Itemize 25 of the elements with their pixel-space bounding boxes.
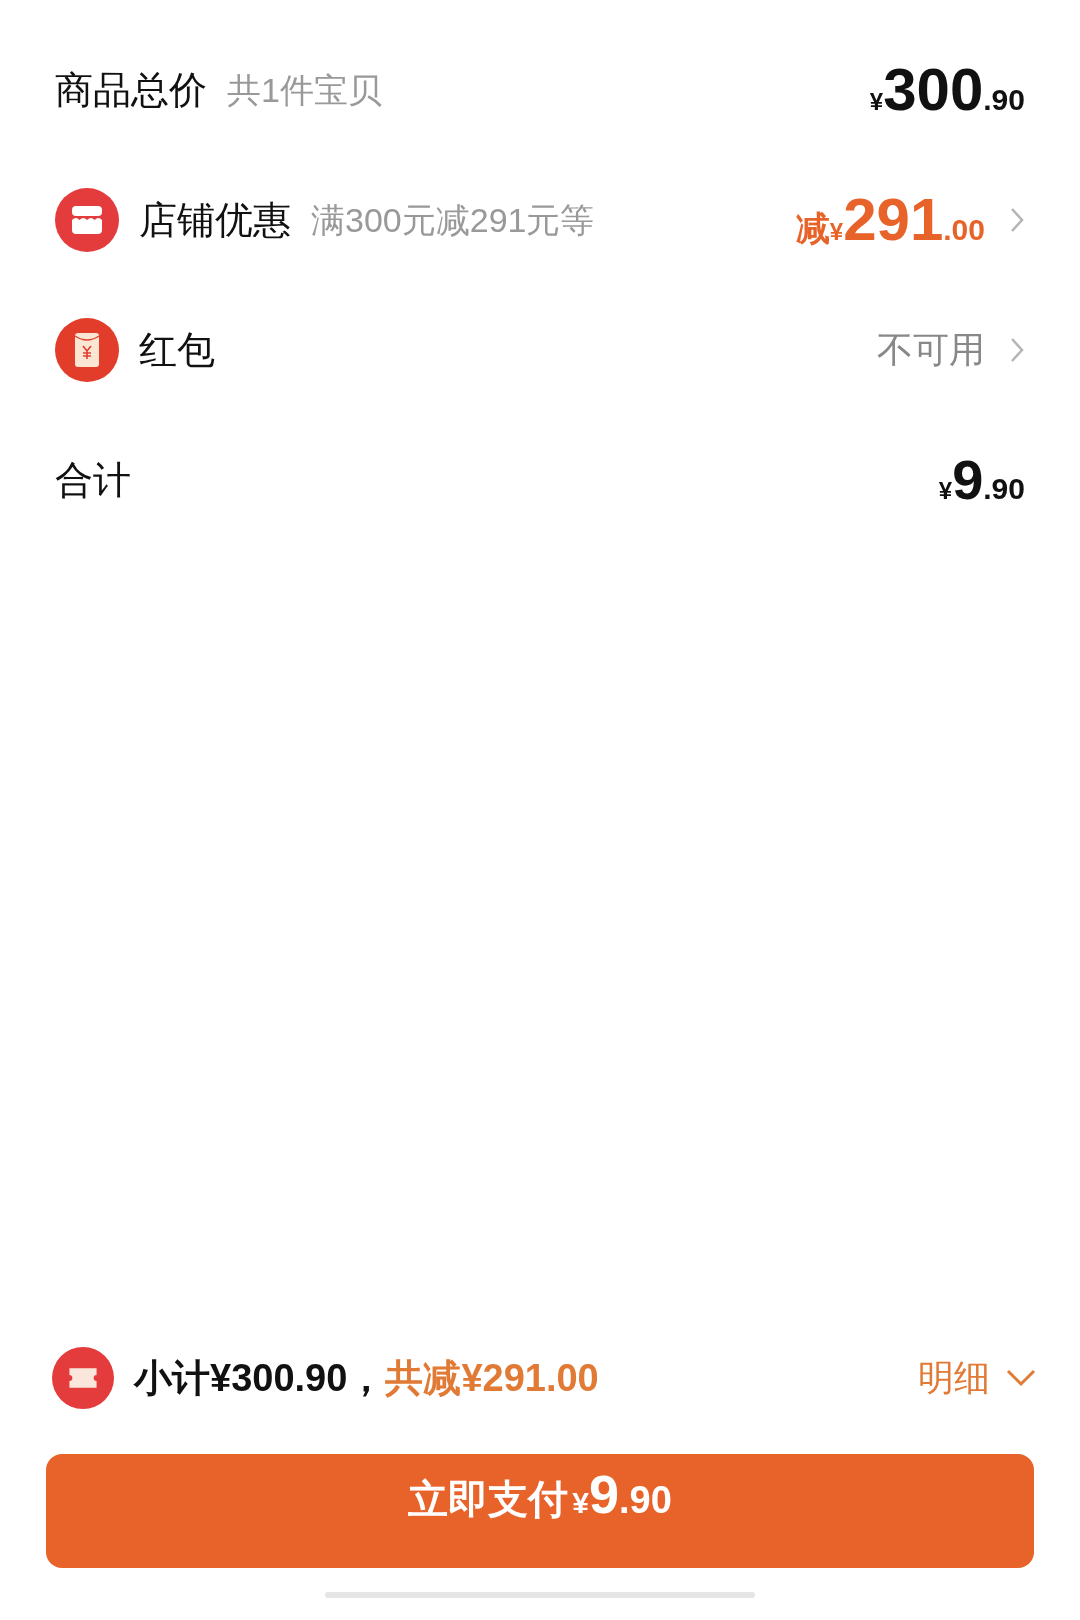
ticket-icon [52, 1347, 114, 1409]
row-hint: 共1件宝贝 [227, 69, 382, 111]
subtotal-text: 小计¥300.90， [134, 1355, 386, 1401]
currency-sign: ¥ [869, 88, 884, 117]
price-decimal: .90 [983, 82, 1025, 118]
shop-icon [55, 188, 119, 252]
price-decimal: .00 [943, 212, 985, 248]
row-label: 合计 [55, 457, 131, 503]
status-text: 不可用 [877, 328, 985, 372]
row-label: 红包 [139, 327, 215, 373]
row-label: 店铺优惠 [139, 197, 291, 243]
chevron-down-icon [1006, 1369, 1036, 1387]
price-integer: 300 [883, 55, 984, 125]
total-discount-text: 共减¥291.00 [385, 1355, 599, 1401]
price-integer: 9 [952, 447, 984, 513]
pay-now-button[interactable]: 立即支付¥9.90 [46, 1454, 1034, 1568]
discount-prefix: 减 [795, 208, 830, 249]
currency-sign: ¥ [829, 218, 844, 245]
currency-sign: ¥ [938, 477, 953, 506]
details-toggle[interactable]: 明细 [918, 1351, 1036, 1405]
row-label: 商品总价 [55, 67, 207, 113]
price-decimal: .90 [983, 471, 1025, 507]
price-integer: 291 [843, 185, 944, 255]
envelope-icon [55, 318, 119, 382]
row-hint: 满300元减291元等 [311, 199, 595, 241]
